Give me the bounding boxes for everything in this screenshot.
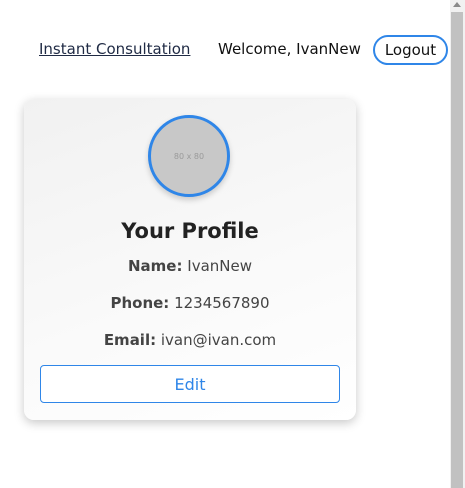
logout-button[interactable]: Logout [373, 35, 448, 65]
avatar-placeholder-text: 80 x 80 [173, 151, 205, 161]
profile-title: Your Profile [121, 219, 259, 243]
email-value: ivan@ivan.com [160, 331, 277, 349]
top-navigation: Instant Consultation Welcome, IvanNew Lo… [0, 0, 450, 100]
edit-button[interactable]: Edit [40, 365, 340, 403]
phone-row: Phone: 1234567890 [24, 294, 356, 312]
name-label: Name: [128, 257, 183, 275]
name-row: Name: IvanNew [24, 257, 356, 275]
scrollbar-thumb[interactable] [451, 12, 463, 488]
welcome-text: Welcome, IvanNew [218, 40, 361, 58]
scroll-up-arrow-icon[interactable] [453, 2, 461, 7]
profile-card: 80 x 80 Your Profile Name: IvanNew Phone… [24, 99, 356, 420]
phone-label: Phone: [110, 294, 170, 312]
instant-consultation-link[interactable]: Instant Consultation [39, 40, 190, 58]
phone-value: 1234567890 [174, 294, 270, 312]
vertical-scrollbar[interactable] [450, 0, 465, 488]
email-row: Email: ivan@ivan.com [24, 331, 356, 349]
email-label: Email: [103, 331, 157, 349]
name-value: IvanNew [187, 257, 252, 275]
avatar: 80 x 80 [148, 115, 230, 197]
